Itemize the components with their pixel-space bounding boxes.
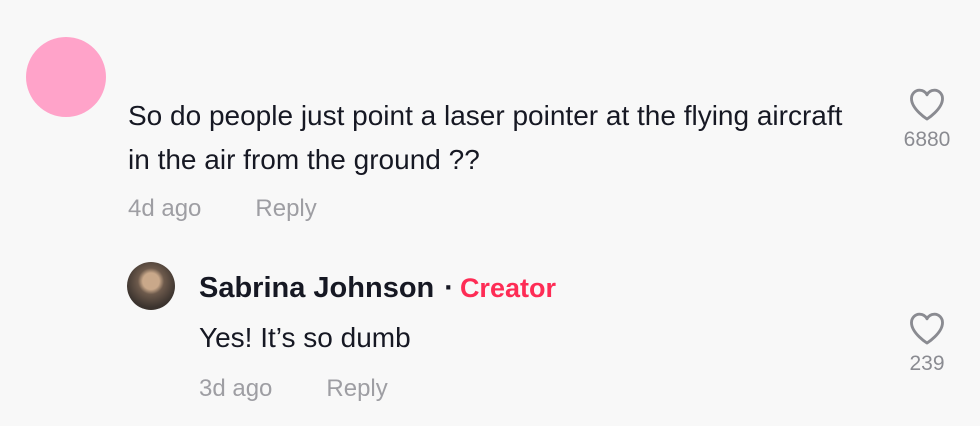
heart-outline-icon[interactable] [908,86,946,122]
reply-like-button[interactable]: 239 [887,310,967,376]
comment-meta: 4d ago Reply [128,195,317,223]
comment-like-button[interactable]: 6880 [887,86,967,152]
reply-header: Sabrina Johnson · Creator [199,268,556,308]
creator-badge: Creator [459,273,556,303]
comment-text: So do people just point a laser pointer … [128,100,843,175]
separator-dot: · [444,272,454,304]
commenter-avatar[interactable] [26,37,106,117]
reply-text: Yes! It’s so dumb [199,322,411,353]
reply-author-name[interactable]: Sabrina Johnson [199,272,434,304]
reply-reply-button[interactable]: Reply [326,375,387,402]
reply-author-avatar[interactable] [127,262,175,310]
comment-reply-button[interactable]: Reply [255,195,316,222]
reply-meta: 3d ago Reply [199,375,388,403]
heart-outline-icon[interactable] [908,310,946,346]
comment-like-count: 6880 [903,128,951,151]
reply-like-count: 239 [909,352,945,375]
comment-time: 4d ago [128,195,202,222]
reply-time: 3d ago [199,375,273,402]
